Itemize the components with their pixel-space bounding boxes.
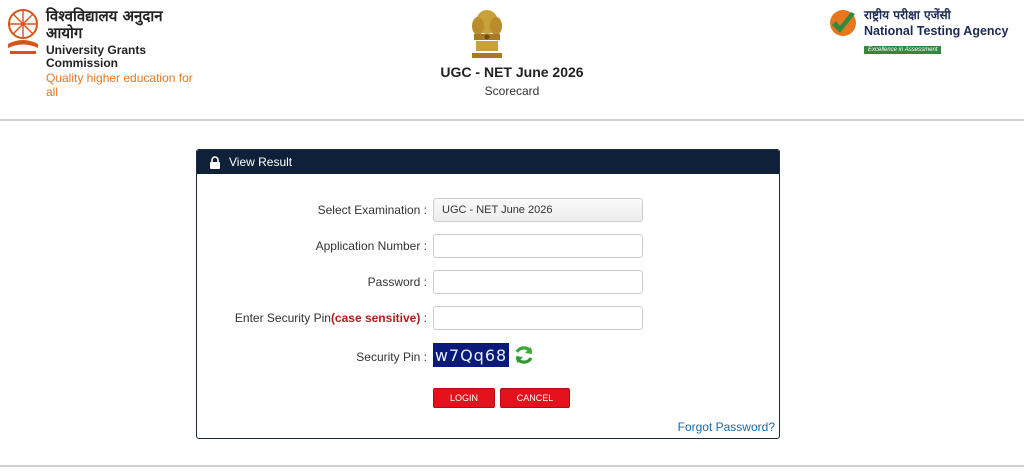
application-number-row: Application Number : [197, 234, 781, 258]
exam-select[interactable]: UGC - NET June 2026 [433, 198, 643, 222]
page-subtitle: Scorecard [484, 84, 540, 98]
nta-hindi-name: राष्ट्रीय परीक्षा एजेंसी [864, 8, 951, 22]
nta-text: राष्ट्रीय परीक्षा एजेंसी National Testin… [864, 6, 1008, 56]
header-divider [0, 119, 1024, 121]
security-pin-row: Enter Security Pin(case sensitive) : [197, 306, 781, 330]
nta-check-icon [830, 10, 856, 36]
password-label: Password : [367, 275, 427, 289]
cancel-button[interactable]: CANCEL [500, 388, 570, 408]
ugc-hindi-name: विश्वविद्यालय अनुदान आयोग [46, 7, 163, 43]
ugc-emblem-icon [8, 9, 38, 54]
nta-english-name: National Testing Agency [864, 24, 1009, 38]
login-button[interactable]: LOGIN [433, 388, 495, 408]
case-sensitive-note: (case sensitive) [330, 311, 421, 325]
page-heading: UGC - NET June 2026 Scorecard [0, 64, 1024, 98]
exam-label: Select Examination : [317, 203, 427, 217]
refresh-icon[interactable] [513, 344, 535, 366]
application-number-input[interactable] [433, 234, 643, 258]
security-pin-label-text: Enter Security Pin [234, 311, 331, 325]
application-number-label: Application Number : [315, 239, 427, 253]
password-input[interactable] [433, 270, 643, 294]
security-pin-input[interactable] [433, 306, 643, 330]
footer-divider [0, 465, 1024, 467]
security-pin-colon: : [420, 311, 427, 325]
panel-title: View Result [229, 155, 293, 169]
password-row: Password : [197, 270, 781, 294]
nta-tagline: Excellence in Assessment [864, 46, 942, 54]
exam-row: Select Examination : UGC - NET June 2026 [197, 198, 781, 222]
panel-header: View Result [197, 150, 779, 174]
captcha-image: w7Qq68 [433, 343, 509, 367]
state-emblem-icon [472, 10, 502, 58]
captcha-row: Security Pin : w7Qq68 [197, 343, 781, 367]
nta-logo: राष्ट्रीय परीक्षा एजेंसी National Testin… [828, 6, 1020, 54]
ugc-logo: विश्वविद्यालय अनुदान आयोग University Gra… [4, 6, 194, 99]
page-title: UGC - NET June 2026 [440, 64, 584, 80]
scorecard-page: विश्वविद्यालय अनुदान आयोग University Gra… [0, 0, 1024, 473]
security-pin-label: Enter Security Pin(case sensitive) : [235, 311, 427, 325]
captcha-label: Security Pin : [356, 350, 427, 364]
forgot-password-link[interactable]: Forgot Password? [678, 420, 775, 434]
view-result-panel: View Result Select Examination : UGC - N… [196, 149, 780, 439]
lock-icon [210, 155, 220, 169]
